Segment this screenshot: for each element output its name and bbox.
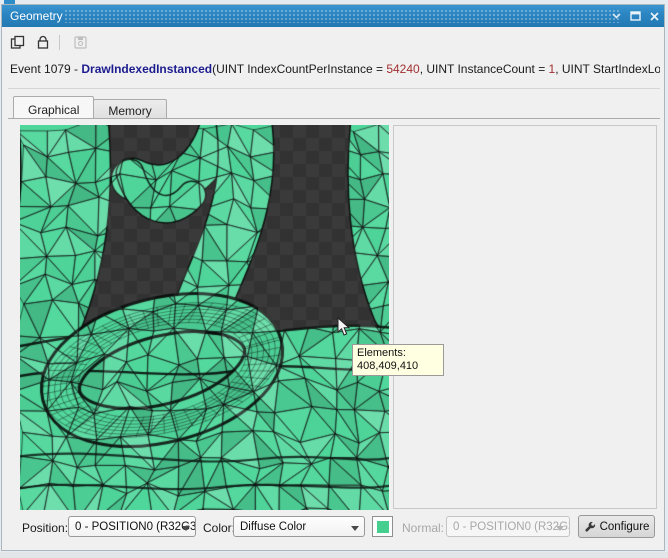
event-segment: (UINT IndexCountPerInstance =	[212, 62, 387, 76]
tooltip-line1: Elements:	[357, 347, 406, 359]
mesh-viewport[interactable]	[20, 125, 389, 510]
toolbar	[2, 27, 664, 57]
position-label: Position:	[22, 521, 69, 535]
position-select[interactable]: 0 - POSITION0 (R32G3	[68, 516, 196, 537]
configure-label: Configure	[599, 520, 650, 533]
separator	[8, 88, 660, 89]
lock-button[interactable]	[32, 31, 54, 53]
tab-memory[interactable]: Memory	[93, 99, 167, 118]
event-segment: Event 1079 -	[10, 62, 82, 76]
elements-tooltip: Elements: 408,409,410	[352, 344, 444, 376]
tab-pane-border	[8, 118, 660, 119]
toolbar-separator	[59, 34, 60, 50]
save-button[interactable]	[69, 31, 91, 53]
window-bottom-edge	[0, 552, 668, 558]
normal-select: 0 - POSITION0 (R32G3	[446, 516, 570, 537]
tab-graphical[interactable]: Graphical	[13, 96, 95, 118]
maximize-icon[interactable]	[629, 10, 641, 22]
event-line: Event 1079 - DrawIndexedInstanced(UINT I…	[10, 62, 660, 76]
normal-label: Normal:	[402, 521, 445, 535]
tooltip-line2: 408,409,410	[357, 360, 419, 372]
event-segment: 54240	[386, 62, 420, 76]
color-swatch-button[interactable]	[372, 516, 393, 537]
tab-bar: Graphical Memory	[13, 96, 167, 118]
chevron-down-icon	[556, 526, 564, 531]
chevron-down-icon	[351, 526, 359, 531]
event-segment: , UINT StartIndexLocation =	[555, 62, 660, 76]
wrench-icon	[584, 521, 595, 532]
titlebar-texture	[64, 9, 620, 23]
copy-button[interactable]	[6, 31, 28, 53]
chevron-down-icon[interactable]	[610, 10, 622, 22]
position-value: 0 - POSITION0 (R32G3	[75, 520, 196, 533]
mouse-cursor	[337, 317, 351, 336]
event-segment: , UINT InstanceCount =	[419, 62, 549, 76]
options-panel	[393, 125, 657, 509]
color-value: Diffuse Color	[240, 520, 307, 533]
close-icon[interactable]	[648, 10, 660, 22]
geometry-window: Geometry Event 1079 - DrawIndexedInstanc…	[0, 0, 668, 558]
chevron-down-icon	[182, 526, 190, 531]
color-select[interactable]: Diffuse Color	[233, 516, 365, 537]
normal-value: 0 - POSITION0 (R32G3	[453, 520, 570, 533]
titlebar[interactable]: Geometry	[2, 5, 664, 27]
color-swatch-value	[376, 520, 389, 533]
event-segment: DrawIndexedInstanced	[81, 62, 213, 76]
color-label: Color:	[203, 521, 236, 535]
window-title: Geometry	[10, 9, 63, 23]
configure-button[interactable]: Configure	[578, 515, 655, 538]
